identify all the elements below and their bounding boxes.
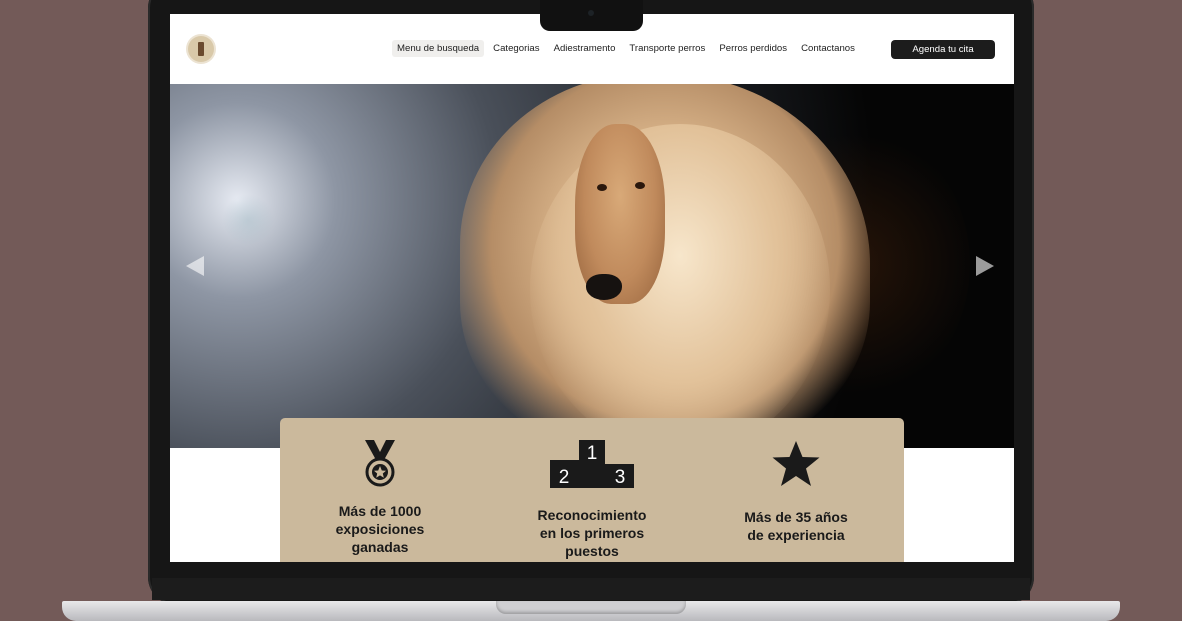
chevron-right-icon[interactable] — [976, 256, 994, 276]
dog-eye-right — [635, 182, 645, 189]
podium-second-number: 2 — [559, 467, 570, 488]
podium-first-number: 1 — [587, 443, 598, 464]
podium-icon: 1 2 3 — [550, 440, 634, 488]
stat-experience-text: Más de 35 años de experiencia — [744, 509, 848, 543]
camera-notch — [540, 0, 643, 31]
nav-link-transporte-perros[interactable]: Transporte perros — [624, 40, 710, 57]
nav-links: Menu de busqueda Categorias Adiestrament… — [392, 40, 860, 57]
hero-banner — [170, 84, 1014, 448]
nav-link-menu-de-busqueda[interactable]: Menu de busqueda — [392, 40, 485, 57]
stats-card: Más de 1000 exposiciones ganadas 1 2 3 R… — [280, 418, 904, 562]
nav-link-contactanos[interactable]: Contactanos — [796, 40, 860, 57]
nav-link-categorias[interactable]: Categorias — [488, 40, 544, 57]
dog-nose — [586, 274, 622, 300]
stat-exhibitions-text: Más de 1000 exposiciones ganadas — [335, 503, 425, 555]
dog-eye-left — [597, 184, 607, 191]
dog-hair-highlight — [530, 124, 830, 448]
lens-flare — [222, 194, 274, 246]
star-icon — [772, 441, 820, 486]
nav-link-perros-perdidos[interactable]: Perros perdidos — [714, 40, 792, 57]
logo-mark — [198, 42, 204, 56]
chevron-left-icon[interactable] — [186, 256, 204, 276]
agenda-cita-button[interactable]: Agenda tu cita — [891, 40, 995, 59]
medal-icon — [365, 440, 395, 487]
website-screen: Menu de busqueda Categorias Adiestrament… — [170, 14, 1014, 562]
laptop-opening-groove — [496, 601, 686, 614]
logo[interactable] — [188, 36, 214, 62]
laptop-chin — [152, 578, 1030, 600]
stat-recognition-text: Reconocimiento en los primeros puestos — [537, 507, 647, 559]
camera-icon — [588, 10, 594, 16]
podium-third-number: 3 — [615, 467, 626, 488]
nav-link-adiestramento[interactable]: Adiestramento — [549, 40, 621, 57]
afghan-hound-photo — [575, 124, 665, 304]
